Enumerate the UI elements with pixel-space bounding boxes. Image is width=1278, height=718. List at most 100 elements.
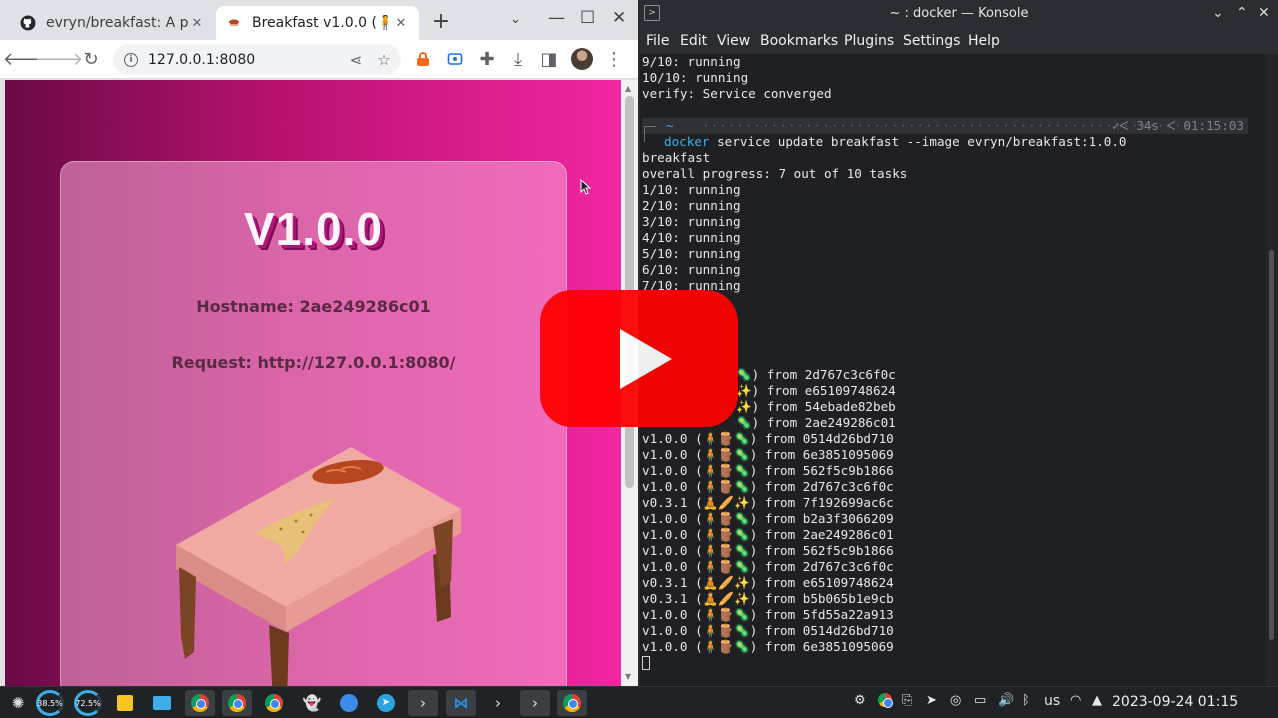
output-line: 4/10: running (642, 230, 741, 245)
output-line: breakfast (642, 150, 711, 165)
prompt-path: ~ (666, 118, 674, 133)
terminal-icon[interactable]: › (483, 690, 513, 716)
log-line: v1.0.0 (🧍🪵🦠) from 2d767c3c6f0c (642, 559, 894, 574)
log-line: v0.3.1 (🧘🥖✨) from 7f192699ac6c (642, 495, 894, 510)
tray-expand-icon[interactable]: ▲ (1092, 693, 1102, 708)
menu-edit[interactable]: Edit (680, 33, 707, 49)
terminal-scrollbar[interactable] (1266, 54, 1278, 686)
chevron-up-icon[interactable]: ⌃ (1236, 5, 1248, 21)
menu-bookmarks[interactable]: Bookmarks (760, 33, 838, 49)
screenshot-extension-icon[interactable] (444, 48, 466, 70)
app-launcher-icon[interactable]: ✺ (3, 690, 33, 716)
shell-prompt: ~ ······································… (642, 118, 1248, 134)
maximize-icon[interactable]: ☐ (580, 8, 595, 28)
menu-bar: File Edit View Bookmarks Plugins Setting… (640, 28, 1278, 54)
shutter-app-icon[interactable] (334, 690, 364, 716)
log-line: 🦠) from 2ae249286c01 (736, 415, 896, 430)
side-panel-icon[interactable]: ◨ (538, 48, 560, 70)
log-line: v1.0.0 (🧍🪵🦠) from 6e3851095069 (642, 447, 894, 462)
ghost-app-icon[interactable]: 👻 (297, 690, 327, 716)
menu-settings[interactable]: Settings (903, 33, 960, 49)
log-line: 🦠) from 2d767c3c6f0c (736, 367, 896, 382)
command-line: docker service update breakfast --image … (664, 134, 1127, 150)
scroll-up-icon[interactable]: ▲ (625, 84, 631, 93)
output-line: verify: Service converged (642, 86, 832, 101)
browser-toolbar: 🡐 🡒 ↻ i 127.0.0.1:8080 ⋖ ☆ ✚ ⤓ ◨ ⋮ (0, 40, 638, 79)
cpu-gauge[interactable]: 38.5% (36, 690, 64, 716)
close-icon[interactable]: ✕ (189, 16, 205, 31)
close-window-icon[interactable]: ✕ (612, 8, 626, 28)
output-line: 10/10: running (642, 70, 749, 85)
chevron-down-icon[interactable]: ⌄ (1212, 5, 1224, 21)
telegram-icon[interactable]: ➤ (371, 690, 401, 716)
log-line: v1.0.0 (🧍🪵🦠) from b2a3f3066209 (642, 511, 894, 526)
output-line: overall progress: 7 out of 10 tasks (642, 166, 908, 181)
tab-breakfast[interactable]: Breakfast v1.0.0 (🧍🪵🦠) ✕ (216, 6, 419, 40)
notifications-icon[interactable]: ⚙ (854, 693, 866, 708)
tab-strip: evryn/breakfast: A play ✕ Breakfast v1.0… (0, 0, 638, 40)
menu-plugins[interactable]: Plugins (844, 33, 894, 49)
terminal-cursor (642, 656, 650, 670)
download-icon[interactable]: ⤓ (507, 48, 529, 70)
tab-github[interactable]: evryn/breakfast: A play ✕ (10, 6, 215, 40)
hostname-text: Hostname: 2ae249286c01 (196, 297, 431, 316)
clock[interactable]: 2023-09-24 01:15 (1112, 694, 1238, 710)
mouse-pointer-icon (580, 179, 592, 195)
menu-file[interactable]: File (646, 33, 669, 49)
terminal-icon[interactable]: › (408, 690, 438, 716)
chevron-down-icon[interactable]: ⌄ (510, 12, 521, 27)
chrome-icon[interactable] (222, 690, 252, 716)
info-icon[interactable]: i (124, 52, 138, 67)
new-tab-button[interactable]: + (430, 9, 452, 34)
page-viewport: V1.0.0 Hostname: 2ae249286c01 Request: h… (5, 80, 621, 686)
output-line: 2/10: running (642, 198, 741, 213)
wifi-icon[interactable]: ◠ (1070, 693, 1081, 708)
bluetooth-icon[interactable]: ᛒ (1022, 693, 1030, 708)
chrome-icon[interactable] (557, 690, 587, 716)
log-line: v0.3.1 (🧘🥖✨) from e65109748624 (642, 575, 894, 590)
avatar[interactable] (571, 48, 593, 70)
breakfast-table-illustration (176, 447, 461, 686)
volume-icon[interactable]: 🔊 (998, 693, 1014, 708)
minimize-icon[interactable]: — (548, 8, 565, 28)
memory-gauge[interactable]: 72.5% (74, 690, 102, 716)
vscode-icon[interactable]: ⋈ (446, 690, 476, 716)
keyboard-layout[interactable]: us (1044, 693, 1060, 709)
clipboard-icon[interactable]: ⎘ (902, 693, 912, 708)
url-text[interactable]: 127.0.0.1:8080 (148, 52, 345, 68)
scroll-down-icon[interactable]: ▼ (625, 672, 631, 681)
command-program: docker (664, 134, 710, 149)
close-window-icon[interactable]: ✕ (1258, 5, 1270, 21)
terminal-icon[interactable]: › (520, 690, 550, 716)
battery-icon[interactable]: ▭ (974, 693, 986, 708)
log-line: v1.0.0 (🧍🪵🦠) from 2ae249286c01 (642, 527, 894, 542)
file-manager-icon[interactable] (147, 690, 177, 716)
close-icon[interactable]: ✕ (393, 16, 409, 31)
output-line: 5/10: running (642, 246, 741, 261)
menu-view[interactable]: View (717, 33, 750, 49)
telegram-tray-icon[interactable]: ➤ (926, 693, 937, 708)
chrome-icon[interactable] (185, 690, 215, 716)
notes-app-icon[interactable] (110, 690, 140, 716)
star-icon[interactable]: ☆ (373, 51, 395, 69)
menu-help[interactable]: Help (968, 33, 1000, 49)
request-text: Request: http://127.0.0.1:8080/ (171, 353, 456, 372)
screen: evryn/breakfast: A play ✕ Breakfast v1.0… (0, 0, 1278, 718)
vpn-icon[interactable]: ◎ (950, 693, 961, 708)
play-icon (620, 329, 672, 389)
scrollbar-thumb[interactable] (1269, 250, 1274, 640)
youtube-play-button[interactable] (540, 290, 738, 427)
address-bar[interactable]: i 127.0.0.1:8080 ⋖ ☆ (113, 44, 401, 75)
version-heading: V1.0.0 (244, 203, 383, 255)
more-menu-icon[interactable]: ⋮ (603, 48, 625, 70)
extensions-puzzle-icon[interactable]: ✚ (476, 48, 498, 70)
log-line: v1.0.0 (🧍🪵🦠) from 2d767c3c6f0c (642, 479, 894, 494)
log-line: ✨) from e65109748624 (736, 383, 896, 398)
share-icon[interactable]: ⋖ (345, 51, 367, 69)
lock-extension-icon[interactable] (412, 48, 434, 70)
forward-arrow-icon[interactable]: 🡒 (35, 48, 83, 70)
chrome-tray-icon[interactable] (878, 693, 893, 711)
chrome-icon[interactable] (259, 690, 289, 716)
reload-icon[interactable]: ↻ (80, 48, 102, 70)
output-line: 3/10: running (642, 214, 741, 229)
